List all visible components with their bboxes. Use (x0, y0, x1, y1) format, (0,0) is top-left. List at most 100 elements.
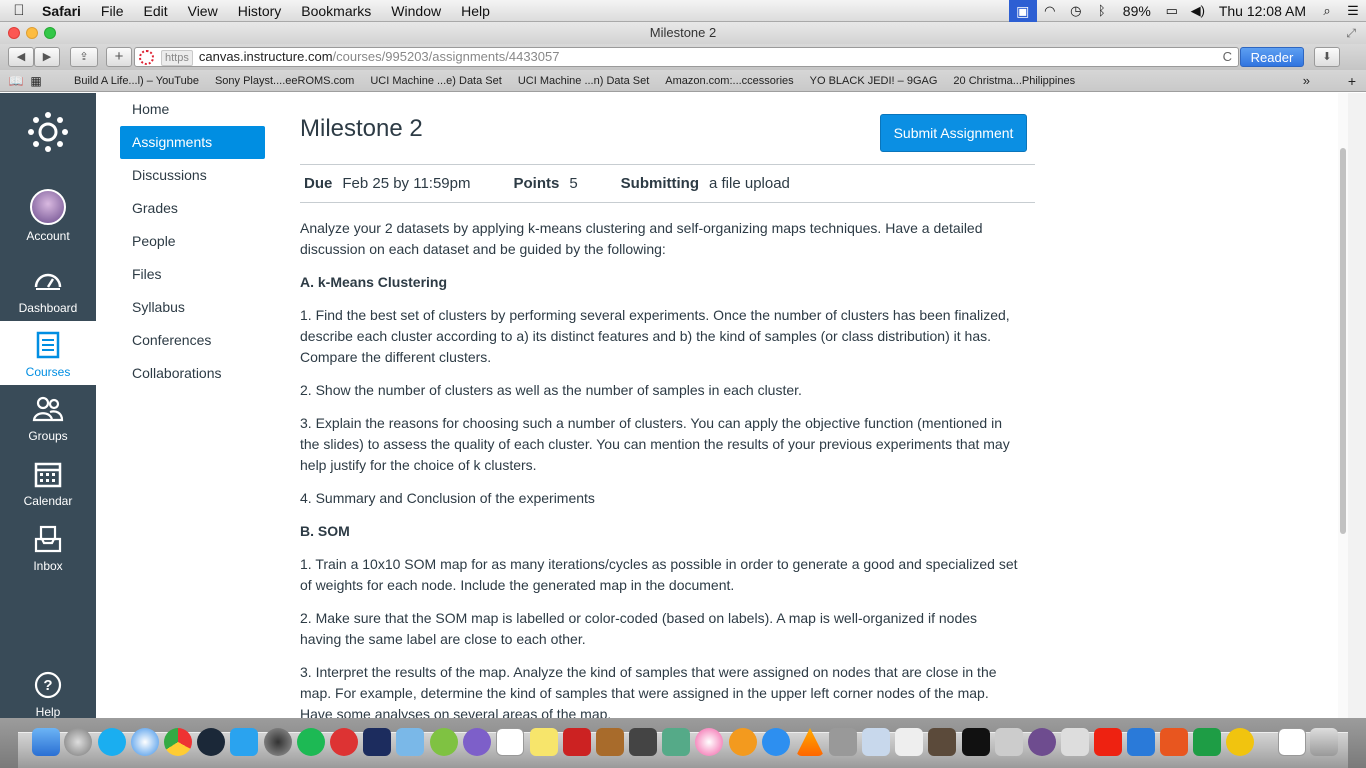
new-tab-button[interactable]: + (106, 47, 132, 67)
minimize-window-button[interactable] (26, 27, 38, 39)
course-nav-discussions[interactable]: Discussions (120, 159, 265, 192)
bookmark-item[interactable]: Sony Playst....eeROMS.com (207, 75, 362, 87)
course-nav-home[interactable]: Home (120, 93, 265, 126)
powerpoint-icon[interactable] (1160, 728, 1188, 756)
menu-window[interactable]: Window (381, 0, 451, 22)
stickies-icon[interactable] (530, 728, 558, 756)
calendar-app-icon[interactable] (496, 728, 524, 756)
spotify-icon[interactable] (297, 728, 325, 756)
word-icon[interactable] (1127, 728, 1155, 756)
course-nav-syllabus[interactable]: Syllabus (120, 291, 265, 324)
game-icon[interactable] (363, 728, 391, 756)
bookmark-item[interactable]: 20 Christma...Philippines (945, 75, 1083, 87)
flash-icon[interactable] (1094, 728, 1122, 756)
nav-groups[interactable]: Groups (0, 385, 96, 449)
viber-icon[interactable] (463, 728, 491, 756)
more-bookmarks-icon[interactable]: » (1303, 73, 1310, 88)
textedit-icon[interactable] (895, 728, 923, 756)
volume-icon[interactable]: ◀) (1185, 0, 1211, 22)
nav-help[interactable]: ? Help (0, 661, 96, 718)
course-nav-conferences[interactable]: Conferences (120, 324, 265, 357)
zoom-window-button[interactable] (44, 27, 56, 39)
reader-button[interactable]: Reader (1240, 47, 1304, 67)
share-button[interactable]: ⇪ (70, 47, 98, 67)
ibooks-icon[interactable] (729, 728, 757, 756)
course-nav-grades[interactable]: Grades (120, 192, 265, 225)
spotlight-search-icon[interactable]: ⌕ (1314, 0, 1340, 22)
preview-icon[interactable] (862, 728, 890, 756)
fullscreen-icon[interactable]: ⤢ (1346, 22, 1356, 44)
downloads-button[interactable]: ⬇ (1314, 47, 1340, 67)
photo-booth-icon[interactable] (563, 728, 591, 756)
dvd-player-icon[interactable] (264, 728, 292, 756)
page-scrollbar[interactable] (1338, 93, 1348, 718)
emulator-icon[interactable] (396, 728, 424, 756)
app-icon[interactable] (1061, 728, 1089, 756)
scrollbar-thumb[interactable] (1340, 148, 1346, 534)
wifi-icon[interactable]: ◠ (1037, 0, 1063, 22)
course-nav-files[interactable]: Files (120, 258, 265, 291)
reading-list-icon[interactable]: 📖 (6, 74, 26, 88)
menu-view[interactable]: View (178, 0, 228, 22)
menu-file[interactable]: File (91, 0, 134, 22)
downloader-icon[interactable] (330, 728, 358, 756)
course-nav-assignments[interactable]: Assignments (120, 126, 265, 159)
menu-edit[interactable]: Edit (133, 0, 177, 22)
trash-icon[interactable] (1310, 728, 1338, 756)
nav-account[interactable]: Account (0, 185, 96, 251)
imovie-icon[interactable] (629, 728, 657, 756)
app-store-icon[interactable] (762, 728, 790, 756)
airdisplay-icon[interactable]: ▣ (1008, 0, 1037, 22)
bluetooth-icon[interactable]: ᛒ (1089, 0, 1115, 22)
pdf-document-icon[interactable] (1278, 728, 1306, 756)
bookmark-item[interactable]: YO BLACK JEDI! – 9GAG (802, 75, 946, 87)
bookmark-item[interactable]: UCI Machine ...e) Data Set (362, 75, 509, 87)
excel-icon[interactable] (1193, 728, 1221, 756)
itunes-icon[interactable] (695, 728, 723, 756)
iphoto-icon[interactable] (662, 728, 690, 756)
canvas-logo-icon[interactable] (26, 110, 70, 154)
sublime-icon[interactable] (928, 728, 956, 756)
close-window-button[interactable] (8, 27, 20, 39)
notification-center-icon[interactable]: ☰ (1340, 0, 1366, 22)
submit-assignment-button[interactable]: Submit Assignment (880, 114, 1027, 152)
forward-button[interactable]: ▶ (34, 47, 60, 67)
bookmark-item[interactable]: UCI Machine ...n) Data Set (510, 75, 657, 87)
battery-icon[interactable]: ▭ (1159, 0, 1185, 22)
launchpad-icon[interactable] (64, 728, 92, 756)
nav-dashboard[interactable]: Dashboard (0, 257, 96, 321)
skype-icon[interactable] (98, 728, 126, 756)
menu-app-safari[interactable]: Safari (38, 0, 91, 22)
certificate-icon[interactable] (139, 50, 154, 65)
course-nav-collaborations[interactable]: Collaborations (120, 357, 265, 390)
chrome-icon[interactable] (164, 728, 192, 756)
menu-history[interactable]: History (228, 0, 292, 22)
nav-inbox[interactable]: Inbox (0, 515, 96, 579)
reload-icon[interactable]: C (1223, 48, 1232, 66)
twitter-icon[interactable] (230, 728, 258, 756)
outlook-icon[interactable] (1226, 728, 1254, 756)
github-icon[interactable] (1028, 728, 1056, 756)
garageband-icon[interactable] (596, 728, 624, 756)
nav-courses[interactable]: Courses (0, 321, 96, 385)
finder-icon[interactable] (32, 728, 60, 756)
system-preferences-icon[interactable] (829, 728, 857, 756)
bookmark-item[interactable]: Build A Life...l) – YouTube (66, 75, 207, 87)
steam-icon[interactable] (197, 728, 225, 756)
battery-percent[interactable]: 89% (1115, 3, 1159, 19)
top-sites-icon[interactable]: ▦ (26, 74, 46, 88)
add-tab-icon[interactable]: + (1348, 73, 1356, 89)
utility-icon[interactable] (995, 728, 1023, 756)
back-button[interactable]: ◀ (8, 47, 34, 67)
apple-icon[interactable]:  (0, 2, 38, 19)
address-bar[interactable]: https canvas.instructure.com/courses/9952… (134, 47, 1239, 67)
course-nav-people[interactable]: People (120, 225, 265, 258)
time-machine-icon[interactable]: ◷ (1063, 0, 1089, 22)
menu-help[interactable]: Help (451, 0, 500, 22)
menu-clock[interactable]: Thu 12:08 AM (1211, 3, 1314, 19)
safari-icon[interactable] (131, 728, 159, 756)
nav-calendar[interactable]: Calendar (0, 450, 96, 514)
utorrent-icon[interactable] (430, 728, 458, 756)
terminal-icon[interactable] (962, 728, 990, 756)
bookmark-item[interactable]: Amazon.com:...ccessories (657, 75, 801, 87)
